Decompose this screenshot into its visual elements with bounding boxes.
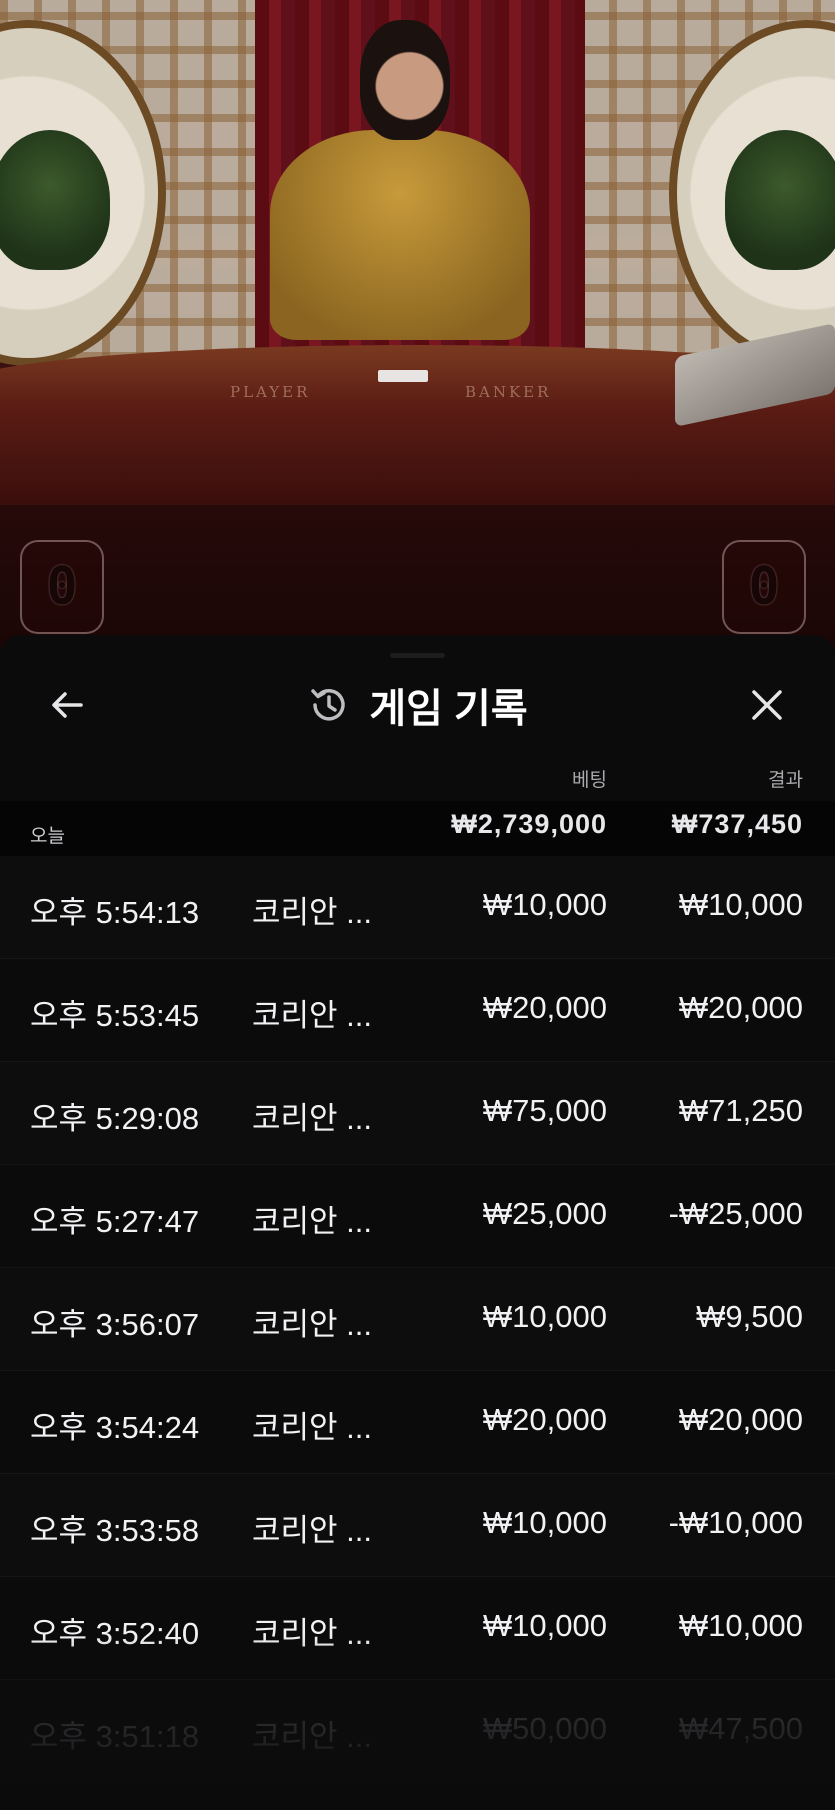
history-row[interactable]: 오후 5:53:45 코리안 ... ₩20,000 ₩20,000 xyxy=(0,959,835,1062)
column-header-bet: 베팅 xyxy=(572,769,607,791)
row-bet: ₩75,000 xyxy=(482,1093,607,1128)
dealer-head xyxy=(360,20,450,140)
row-game: 코리안 ... xyxy=(252,1616,373,1651)
game-history-panel: 게임 기록 베팅 결과 오늘 ₩2,739,000 ₩737,450 오후 5:… xyxy=(0,635,835,1810)
panel-header: 게임 기록 xyxy=(0,635,835,765)
row-bet: ₩10,000 xyxy=(482,1608,607,1643)
row-result: -₩25,000 xyxy=(668,1196,803,1231)
table-label-player: PLAYER xyxy=(230,383,311,401)
history-row[interactable]: 오후 3:52:40 코리안 ... ₩10,000 ₩10,000 xyxy=(0,1577,835,1680)
row-game: 코리안 ... xyxy=(252,1719,373,1754)
live-dealer-video: PLAYER BANKER 0 0 xyxy=(0,0,835,650)
history-list: 오후 5:54:13 코리안 ... ₩10,000 ₩10,000 오후 5:… xyxy=(0,856,835,1783)
row-time: 오후 5:29:08 xyxy=(30,1101,200,1136)
row-time: 오후 3:53:58 xyxy=(30,1513,200,1548)
dealer-body xyxy=(270,130,530,340)
row-result: ₩10,000 xyxy=(678,1608,803,1643)
history-row[interactable]: 오후 3:54:24 코리안 ... ₩20,000 ₩20,000 xyxy=(0,1371,835,1474)
bonsai-left xyxy=(0,130,110,270)
row-bet: ₩20,000 xyxy=(482,990,607,1025)
title-group: 게임 기록 xyxy=(0,680,835,731)
row-game: 코리안 ... xyxy=(252,1204,373,1239)
summary-bet-total: ₩2,739,000 xyxy=(451,809,607,839)
history-row[interactable]: 오후 3:51:18 코리안 ... ₩50,000 ₩47,500 xyxy=(0,1680,835,1783)
row-time: 오후 3:54:24 xyxy=(30,1410,200,1445)
banker-score: 0 xyxy=(722,540,806,634)
row-time: 오후 5:53:45 xyxy=(30,998,200,1033)
row-time: 오후 3:56:07 xyxy=(30,1307,200,1342)
row-game: 코리안 ... xyxy=(252,1513,373,1548)
row-time: 오후 5:27:47 xyxy=(30,1204,200,1239)
row-result: -₩10,000 xyxy=(668,1505,803,1540)
close-button[interactable] xyxy=(745,683,789,727)
player-score: 0 xyxy=(20,540,104,634)
column-header-result: 결과 xyxy=(768,769,803,791)
table-label-banker: BANKER xyxy=(465,383,552,401)
row-bet: ₩20,000 xyxy=(482,1402,607,1437)
row-time: 오후 3:51:18 xyxy=(30,1719,200,1754)
row-bet: ₩10,000 xyxy=(482,887,607,922)
column-headers: 베팅 결과 xyxy=(0,765,835,800)
row-bet: ₩50,000 xyxy=(482,1711,607,1746)
row-game: 코리안 ... xyxy=(252,1101,373,1136)
row-bet: ₩10,000 xyxy=(482,1299,607,1334)
playing-card xyxy=(378,370,428,382)
row-bet: ₩10,000 xyxy=(482,1505,607,1540)
row-game: 코리안 ... xyxy=(252,1307,373,1342)
row-time: 오후 3:52:40 xyxy=(30,1616,200,1651)
history-row[interactable]: 오후 5:54:13 코리안 ... ₩10,000 ₩10,000 xyxy=(0,856,835,959)
close-x-icon xyxy=(752,690,782,720)
row-game: 코리안 ... xyxy=(252,895,373,930)
page-title: 게임 기록 xyxy=(369,687,528,731)
history-clock-icon xyxy=(311,689,346,721)
bonsai-right xyxy=(725,130,835,270)
summary-label: 오늘 xyxy=(30,825,65,847)
row-game: 코리안 ... xyxy=(252,1410,373,1445)
row-result: ₩71,250 xyxy=(678,1093,803,1128)
history-row[interactable]: 오후 5:27:47 코리안 ... ₩25,000 -₩25,000 xyxy=(0,1165,835,1268)
today-summary-row: 오늘 ₩2,739,000 ₩737,450 xyxy=(0,801,835,856)
row-result: ₩47,500 xyxy=(678,1711,803,1746)
history-row[interactable]: 오후 5:29:08 코리안 ... ₩75,000 ₩71,250 xyxy=(0,1062,835,1165)
history-row[interactable]: 오후 3:53:58 코리안 ... ₩10,000 -₩10,000 xyxy=(0,1474,835,1577)
history-row[interactable]: 오후 3:56:07 코리안 ... ₩10,000 ₩9,500 xyxy=(0,1268,835,1371)
row-time: 오후 5:54:13 xyxy=(30,895,200,930)
row-result: ₩10,000 xyxy=(678,887,803,922)
row-result: ₩9,500 xyxy=(696,1299,803,1334)
summary-result-total: ₩737,450 xyxy=(671,809,803,839)
row-result: ₩20,000 xyxy=(678,990,803,1025)
row-bet: ₩25,000 xyxy=(482,1196,607,1231)
row-result: ₩20,000 xyxy=(678,1402,803,1437)
row-game: 코리안 ... xyxy=(252,998,373,1033)
